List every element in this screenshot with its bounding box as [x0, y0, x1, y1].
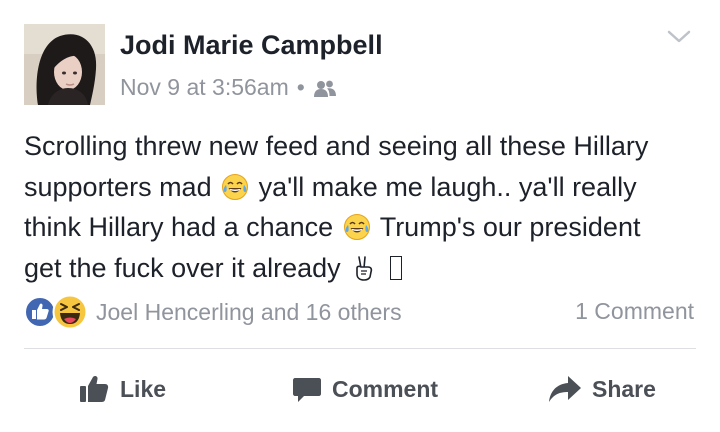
post-timestamp[interactable]: Nov 9 at 3:56am: [120, 74, 289, 101]
tears-of-joy-emoji: [343, 214, 370, 240]
action-bar: Like Comment Share: [0, 362, 720, 416]
divider: [24, 348, 696, 349]
comment-count[interactable]: 1 Comment: [575, 298, 694, 325]
share-arrow-icon: [549, 376, 581, 402]
avatar[interactable]: [24, 24, 105, 105]
reaction-summary-text[interactable]: Joel Hencerling and 16 others: [96, 299, 402, 326]
post-text-line: think Hillary had a chance Trump's our p…: [24, 207, 704, 248]
post-text-segment: ya'll make me laugh.. ya'll really: [258, 171, 637, 202]
reactions-summary[interactable]: Joel Hencerling and 16 others: [24, 294, 402, 330]
post-text: Scrolling threw new feed and seeing all …: [24, 126, 704, 288]
post-text-segment: Scrolling threw new feed and seeing all …: [24, 131, 649, 161]
post-text-line: get the fuck over it already: [24, 248, 704, 289]
comment-button-label: Comment: [332, 375, 439, 402]
meta-separator: •: [296, 74, 305, 100]
share-button[interactable]: Share: [548, 362, 656, 416]
post-text-segment: Trump's our president: [379, 212, 641, 242]
post-text-line: supporters mad ya'll make me laugh.. ya'…: [24, 167, 704, 208]
friends-icon: [313, 78, 337, 98]
victory-hand-emoji: [356, 255, 373, 281]
share-button-label: Share: [592, 375, 656, 402]
post-text-segment: supporters mad: [24, 171, 212, 202]
post-meta: Nov 9 at 3:56am •: [120, 74, 337, 101]
thumbs-up-icon: [80, 375, 109, 402]
post-text-line: Scrolling threw new feed and seeing all …: [24, 126, 704, 167]
missing-glyph-icon: [389, 255, 402, 280]
reaction-icons: [24, 294, 92, 330]
comment-bubble-icon: [293, 378, 321, 402]
facebook-post: Jodi Marie Campbell Nov 9 at 3:56am • Sc…: [0, 0, 720, 432]
post-text-segment: get the fuck over it already: [24, 252, 341, 283]
comment-button[interactable]: Comment: [292, 362, 438, 416]
author-name[interactable]: Jodi Marie Campbell: [120, 30, 383, 61]
like-button-label: Like: [120, 375, 167, 402]
like-button[interactable]: Like: [78, 362, 166, 416]
chevron-down-icon[interactable]: [666, 28, 692, 46]
haha-reaction-icon: [52, 294, 88, 330]
post-text-segment: think Hillary had a chance: [24, 212, 334, 242]
tears-of-joy-emoji: [222, 173, 249, 200]
